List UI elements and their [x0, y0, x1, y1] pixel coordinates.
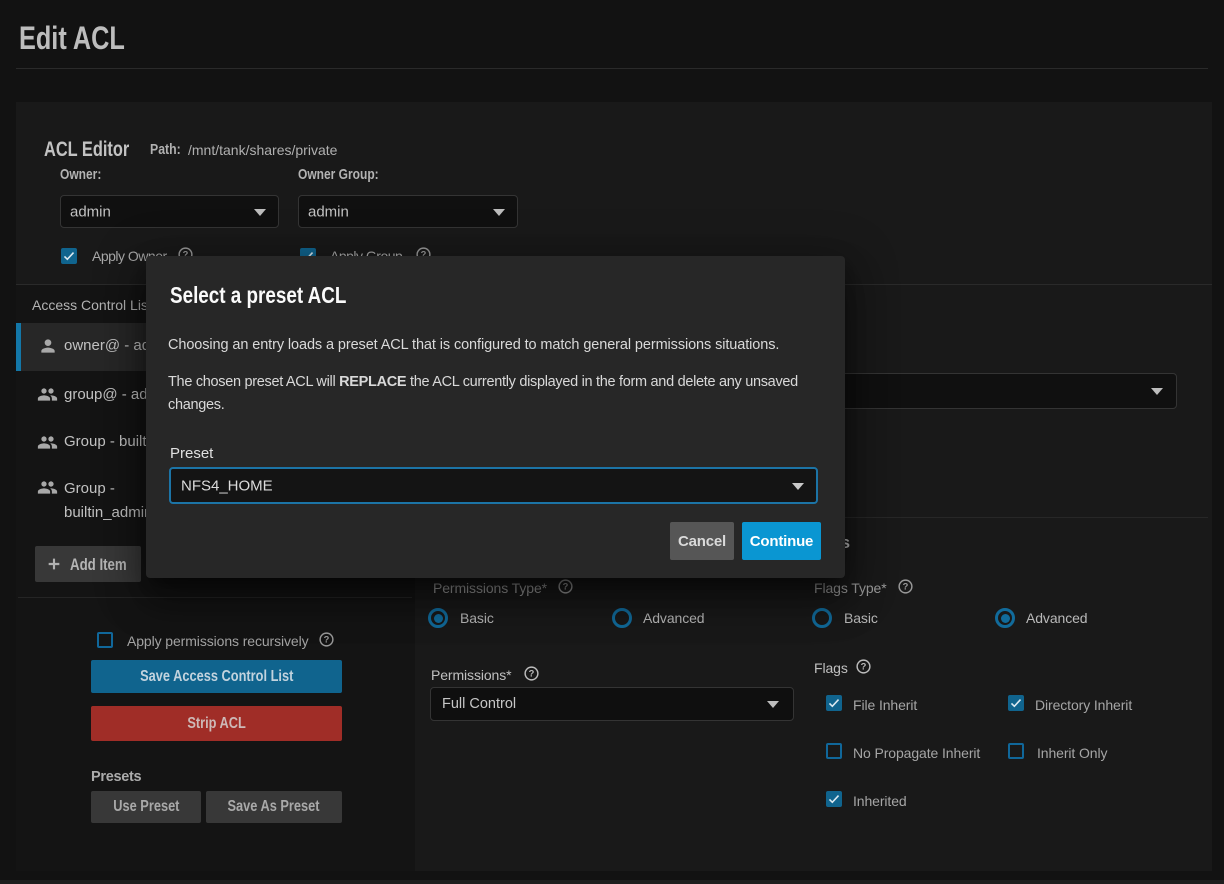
svg-text:?: ?: [529, 669, 535, 679]
svg-text:?: ?: [324, 635, 330, 645]
svg-text:?: ?: [861, 662, 867, 672]
svg-text:?: ?: [563, 582, 569, 592]
svg-text:?: ?: [903, 582, 909, 592]
